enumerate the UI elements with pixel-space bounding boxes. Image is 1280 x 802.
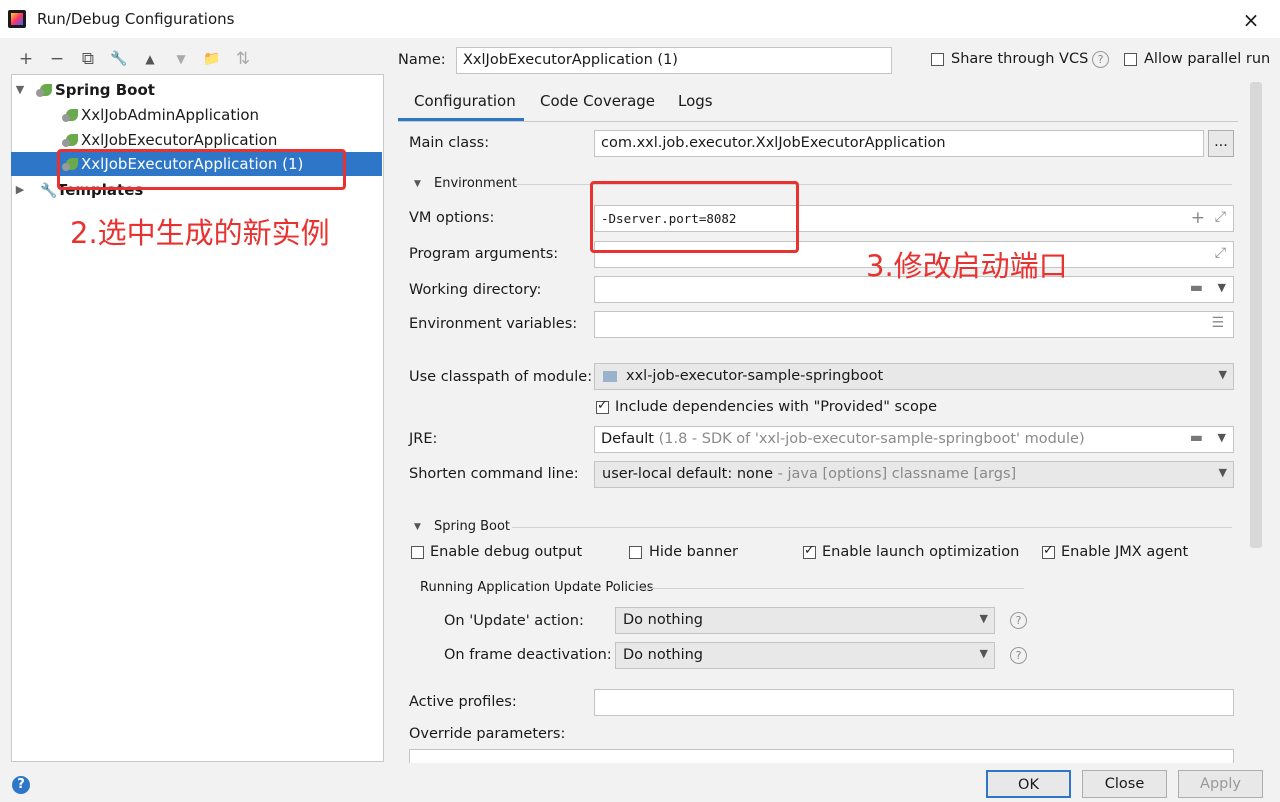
intellij-app-icon [8,10,26,28]
expand-icon[interactable]: ⤢ [1215,245,1226,261]
jmx-agent-checkbox[interactable] [1042,543,1055,559]
allow-parallel-checkbox[interactable] [1124,53,1137,66]
hide-banner-checkbox[interactable] [629,546,642,559]
program-arguments-label: Program arguments: [409,246,559,262]
active-profiles-label: Active profiles: [409,694,517,710]
tab-divider [398,121,1238,122]
collapse-spring-boot-icon[interactable]: ▼ [414,522,421,532]
close-button[interactable]: Close [1082,770,1167,798]
move-down-icon[interactable]: ▼ [169,44,193,74]
jre-label: JRE: [409,431,438,447]
on-frame-label: On frame deactivation: [444,647,612,663]
jre-select[interactable]: Default (1.8 - SDK of 'xxl-job-executor-… [594,426,1234,453]
override-parameters-table[interactable] [409,749,1234,763]
sort-icon[interactable]: ⇅ [231,44,255,74]
document-icon[interactable]: ☰ [1211,315,1224,331]
annotation-box-selection [57,149,346,190]
jmx-agent-label: Enable JMX agent [1061,544,1189,560]
move-up-icon[interactable]: ▲ [138,44,162,74]
wrench-icon[interactable]: 🔧 [107,44,131,74]
classpath-module-select[interactable]: xxl-job-executor-sample-springboot ▼ [594,363,1234,390]
spring-boot-icon [62,134,78,147]
active-profiles-input[interactable] [594,689,1234,716]
spring-boot-divider [512,527,1232,528]
remove-icon[interactable]: − [45,44,69,74]
main-class-label: Main class: [409,135,490,151]
tree-node-spring-boot[interactable]: Spring Boot [36,78,155,102]
launch-optimization-label: Enable launch optimization [822,544,1020,560]
add-icon[interactable]: + [14,44,38,74]
folder-icon[interactable]: ▬ [1190,430,1203,446]
tab-configuration[interactable]: Configuration [414,92,516,120]
launch-optimization-checkbox[interactable] [803,543,816,559]
policies-divider [640,588,1024,589]
update-policies-title: Running Application Update Policies [420,580,654,595]
collapse-arrow-icon[interactable]: ▶ [13,178,27,202]
chevron-down-icon: ▼ [979,647,988,660]
module-icon [603,371,617,382]
window-title: Run/Debug Configurations [37,10,235,28]
working-directory-label: Working directory: [409,282,542,298]
name-label: Name: [398,52,446,68]
vertical-scrollbar[interactable] [1250,82,1262,548]
spring-boot-section-title: Spring Boot [434,519,511,534]
help-icon[interactable]: ? [12,776,30,794]
on-update-label: On 'Update' action: [444,613,584,629]
expand-arrow-icon[interactable]: ▼ [13,78,27,102]
help-icon[interactable]: ? [1010,647,1027,664]
chevron-down-icon[interactable]: ▼ [1218,431,1226,444]
spring-boot-icon [36,84,52,97]
chevron-down-icon: ▼ [1218,466,1227,479]
tab-code-coverage[interactable]: Code Coverage [540,92,655,120]
name-input[interactable]: XxlJobExecutorApplication (1) [456,47,892,74]
expand-icon[interactable]: ⤢ [1215,209,1226,225]
environment-variables-label: Environment variables: [409,316,578,332]
annotation-box-vm-options [590,181,799,253]
include-dependencies-checkbox[interactable] [596,398,609,414]
ok-button[interactable]: OK [986,770,1071,798]
allow-parallel-label: Allow parallel run [1144,51,1271,67]
include-dependencies-label: Include dependencies with "Provided" sco… [615,399,938,415]
environment-variables-input[interactable]: ☰ [594,311,1234,338]
hide-banner-label: Hide banner [649,544,739,560]
chevron-down-icon: ▼ [979,612,988,625]
debug-output-label: Enable debug output [430,544,583,560]
folder-icon[interactable]: ▬ [1190,280,1203,296]
tab-logs[interactable]: Logs [678,92,713,120]
share-vcs-label: Share through VCS [951,51,1089,67]
apply-button[interactable]: Apply [1178,770,1263,798]
main-class-input[interactable]: com.xxl.job.executor.XxlJobExecutorAppli… [594,130,1204,157]
on-update-select[interactable]: Do nothing ▼ [615,607,995,634]
help-icon[interactable]: ? [1010,612,1027,629]
share-vcs-checkbox[interactable] [931,53,944,66]
environment-section-title: Environment [434,176,518,191]
classpath-module-label: Use classpath of module: [409,369,593,385]
shorten-command-select[interactable]: user-local default: none - java [options… [594,461,1234,488]
spring-boot-icon [62,109,78,122]
annotation-step3: 3.修改启动端口 [866,249,1068,283]
collapse-environment-icon[interactable]: ▼ [414,179,421,189]
chevron-down-icon[interactable]: ▼ [1218,281,1226,294]
wrench-icon: 🔧 [40,183,58,199]
copy-icon[interactable]: ⧉ [76,44,100,74]
on-frame-select[interactable]: Do nothing ▼ [615,642,995,669]
chevron-down-icon: ▼ [1218,368,1227,381]
browse-button[interactable]: ... [1208,130,1234,157]
shorten-command-label: Shorten command line: [409,466,579,482]
help-icon[interactable]: ? [1092,51,1109,68]
close-icon[interactable]: × [1240,8,1262,32]
vm-options-label: VM options: [409,210,495,226]
override-parameters-label: Override parameters: [409,726,566,742]
annotation-step2: 2.选中生成的新实例 [70,216,330,250]
config-toolbar: + − ⧉ 🔧 ▲ ▼ 📁 ⇅ [0,44,390,74]
tree-item-admin[interactable]: XxlJobAdminApplication [62,103,259,127]
add-icon[interactable]: + [1191,208,1205,228]
folder-icon[interactable]: 📁 [200,44,224,74]
debug-output-checkbox[interactable] [411,546,424,559]
